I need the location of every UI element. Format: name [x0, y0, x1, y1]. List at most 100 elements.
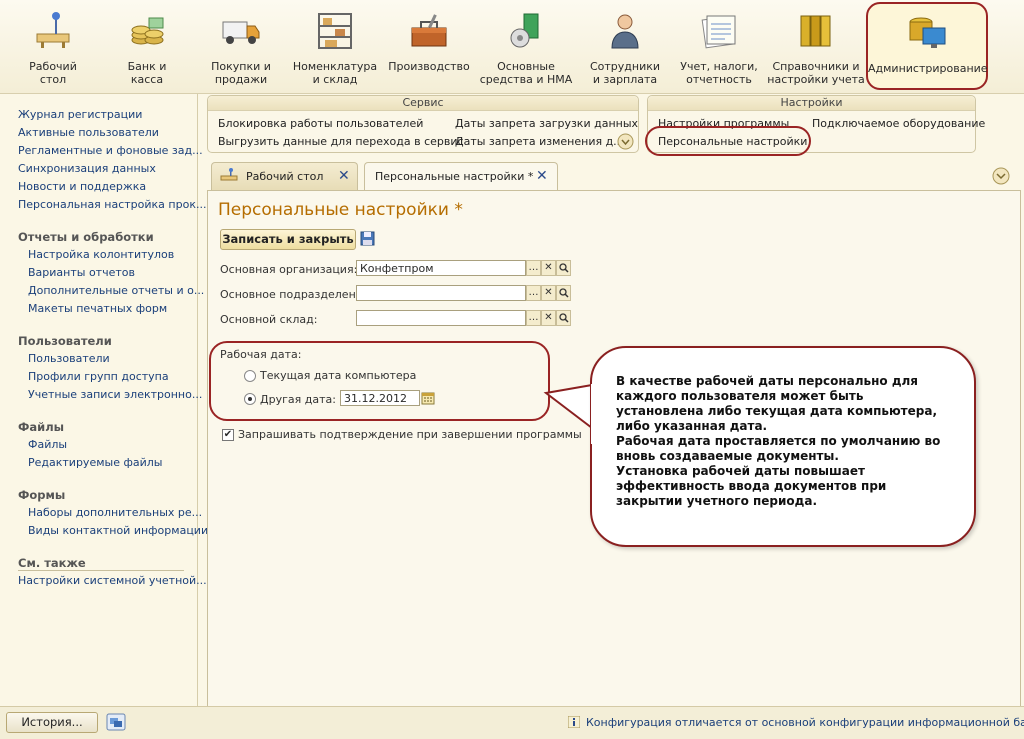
nav-group-users: Пользователи [18, 334, 112, 348]
select-button[interactable]: … [526, 310, 541, 326]
service-panel: Сервис Блокировка работы пользователей В… [207, 95, 639, 153]
nav-link-edited-files[interactable]: Редактируемые файлы [28, 456, 162, 469]
nav-group-files: Файлы [18, 420, 65, 434]
department-label: Основное подразделение: [220, 288, 374, 301]
cmd-change-lock-dates[interactable]: Даты запрета изменения д... [455, 135, 624, 148]
open-icon[interactable] [556, 260, 571, 276]
tab-label: Рабочий стол [246, 170, 324, 183]
section-label: Справочники и настройки учета [767, 60, 865, 86]
cmd-block-users[interactable]: Блокировка работы пользователей [218, 117, 423, 130]
callout-text: В качестве рабочей даты персонально для … [616, 374, 941, 508]
coins-icon [131, 17, 164, 45]
select-button[interactable]: … [526, 260, 541, 276]
open-icon[interactable] [556, 285, 571, 301]
close-icon[interactable]: ✕ [536, 168, 548, 184]
section-label: Основные средства и НМА [479, 60, 573, 86]
desk-icon [36, 12, 70, 48]
settings-panel-title: Настройки [648, 96, 975, 111]
tab-desktop[interactable]: Рабочий стол ✕ [211, 162, 358, 191]
desk-icon [220, 168, 238, 181]
warehouse-label: Основной склад: [220, 313, 318, 326]
section-administration[interactable]: Администрирование [866, 2, 988, 90]
nav-link-personal-proxy[interactable]: Персональная настройка прок... [18, 198, 206, 211]
page-title: Персональные настройки * [218, 200, 463, 220]
truck-icon [222, 21, 260, 44]
section-inventory[interactable]: Номенклатура и склад [288, 0, 382, 92]
section-accounting[interactable]: Учет, налоги, отчетность [672, 0, 766, 92]
save-icon[interactable] [360, 231, 375, 246]
cmd-export-to-service[interactable]: Выгрузить данные для перехода в сервис [218, 135, 464, 148]
callout-pointer-mask [591, 384, 597, 444]
nav-link-news-support[interactable]: Новости и поддержка [18, 180, 146, 193]
nav-link-system-account[interactable]: Настройки системной учетной... [18, 574, 207, 587]
section-label: Банк и касса [127, 60, 167, 86]
clear-icon[interactable]: ✕ [541, 310, 556, 326]
shelf-icon [318, 13, 352, 49]
close-icon[interactable]: ✕ [338, 168, 350, 184]
section-label: Номенклатура и склад [292, 60, 378, 86]
clear-icon[interactable]: ✕ [541, 285, 556, 301]
nav-link-contact-info-kinds[interactable]: Виды контактной информации [28, 524, 208, 537]
save-and-close-button[interactable]: Записать и закрыть [220, 229, 356, 250]
binders-icon [800, 15, 831, 47]
open-windows-bar: Рабочий стол ✕ Персональные настройки * … [207, 162, 1019, 192]
open-icon[interactable] [556, 310, 571, 326]
nav-link-print-forms[interactable]: Макеты печатных форм [28, 302, 167, 315]
tab-label: Персональные настройки * [375, 170, 534, 183]
warehouse-field[interactable] [356, 310, 526, 326]
department-field[interactable] [356, 285, 526, 301]
info-callout: В качестве рабочей даты персонально для … [590, 346, 976, 547]
divider [18, 570, 184, 571]
confirm-exit-checkbox[interactable]: ✔ [222, 429, 234, 441]
expand-icon[interactable] [617, 133, 634, 150]
config-status-message[interactable]: Конфигурация отличается от основной конф… [586, 716, 1024, 729]
section-production[interactable]: Производство [382, 0, 476, 92]
nav-link-users[interactable]: Пользователи [28, 352, 110, 365]
select-button[interactable]: … [526, 285, 541, 301]
windows-icon[interactable] [106, 713, 126, 731]
section-employees[interactable]: Сотрудники и зарплата [578, 0, 672, 92]
section-label: Производство [388, 60, 470, 73]
chevron-down-icon[interactable] [992, 167, 1010, 185]
history-button[interactable]: История... [6, 712, 98, 733]
clear-icon[interactable]: ✕ [541, 260, 556, 276]
section-purchases-sales[interactable]: Покупки и продажи [194, 0, 288, 92]
nav-link-headers-footers[interactable]: Настройка колонтитулов [28, 248, 174, 261]
nav-link-scheduled-jobs[interactable]: Регламентные и фоновые зад... [18, 144, 203, 157]
section-label: Покупки и продажи [211, 60, 271, 86]
org-label: Основная организация: [220, 263, 358, 276]
section-desktop[interactable]: Рабочий стол [6, 0, 100, 92]
tab-personal-settings[interactable]: Персональные настройки * ✕ [364, 162, 558, 192]
employee-icon [611, 14, 639, 49]
nav-link-email-accounts[interactable]: Учетные записи электронно... [28, 388, 202, 401]
ledger-icon [701, 15, 736, 49]
nav-link-additional-attrs[interactable]: Наборы дополнительных ре... [28, 506, 202, 519]
admin-icon [909, 17, 946, 48]
nav-group-reports: Отчеты и обработки [18, 230, 154, 244]
nav-link-additional-reports[interactable]: Дополнительные отчеты и о... [28, 284, 204, 297]
work-date-highlight [209, 341, 550, 421]
nav-link-report-variants[interactable]: Варианты отчетов [28, 266, 135, 279]
section-catalogs[interactable]: Справочники и настройки учета [766, 0, 866, 92]
section-bank[interactable]: Банк и касса [100, 0, 194, 92]
nav-link-access-profiles[interactable]: Профили групп доступа [28, 370, 169, 383]
section-label: Учет, налоги, отчетность [680, 60, 758, 86]
status-bar: История... Конфигурация отличается от ос… [0, 706, 1024, 739]
nav-link-files[interactable]: Файлы [28, 438, 67, 451]
nav-group-forms: Формы [18, 488, 66, 502]
fixed-assets-icon [510, 13, 539, 48]
cmd-connected-equipment[interactable]: Подключаемое оборудование [812, 117, 985, 130]
section-label: Сотрудники и зарплата [589, 60, 661, 86]
info-icon [568, 716, 580, 728]
nav-link-data-sync[interactable]: Синхронизация данных [18, 162, 156, 175]
section-label: Администрирование [868, 62, 988, 75]
nav-group-see-also: См. также [18, 556, 86, 570]
organization-field[interactable]: Конфетпром [356, 260, 526, 276]
navigation-panel: Журнал регистрации Активные пользователи… [0, 94, 208, 706]
personal-settings-highlight [645, 126, 811, 156]
nav-link-event-log[interactable]: Журнал регистрации [18, 108, 142, 121]
cmd-load-lock-dates[interactable]: Даты запрета загрузки данных [455, 117, 638, 130]
section-fixed-assets[interactable]: Основные средства и НМА [476, 0, 576, 92]
nav-link-active-users[interactable]: Активные пользователи [18, 126, 159, 139]
section-label: Рабочий стол [29, 60, 77, 86]
